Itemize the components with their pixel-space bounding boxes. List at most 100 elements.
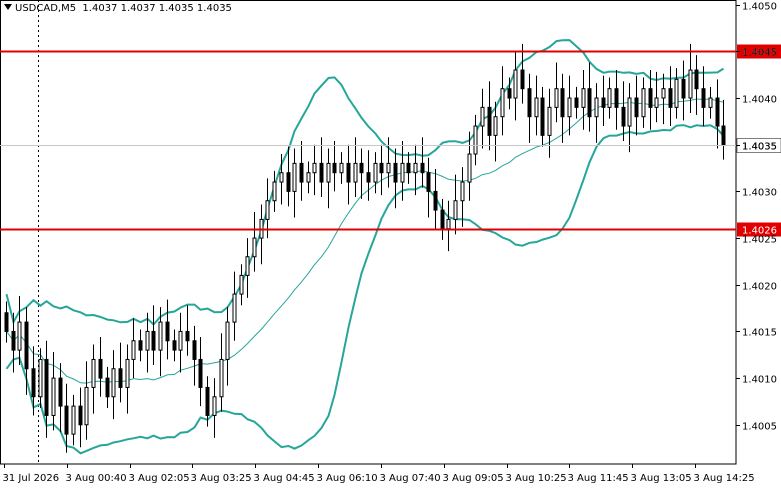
candle-body bbox=[172, 340, 177, 351]
candle-body bbox=[634, 97, 639, 118]
candle-body bbox=[681, 78, 686, 99]
candle-body bbox=[326, 162, 331, 183]
candle-body bbox=[373, 162, 378, 183]
candle-body bbox=[513, 69, 518, 99]
candle-body bbox=[145, 330, 150, 351]
candle-body bbox=[339, 162, 344, 174]
band-middle-line bbox=[6, 98, 724, 384]
time-tick-label: 31 Jul 2026 bbox=[3, 473, 60, 484]
candle-body bbox=[272, 181, 277, 202]
candle-body bbox=[232, 293, 237, 323]
time-tick-label: 3 Aug 09:05 bbox=[443, 473, 504, 484]
candle-body bbox=[178, 330, 183, 351]
candle-body bbox=[715, 97, 720, 127]
time-tick-label: 3 Aug 07:40 bbox=[380, 473, 441, 484]
price-tick-label: 1.4040 bbox=[742, 95, 777, 106]
price-axis: 1.4050 1.4045 1.4040 1.4035 1.4030 1.4025 1.40… bbox=[736, 2, 777, 433]
candle-body bbox=[607, 88, 612, 108]
candle-body bbox=[346, 162, 351, 183]
time-tick-label: 3 Aug 13:05 bbox=[631, 473, 692, 484]
time-axis: 31 Jul 2026 3 Aug 00:40 3 Aug 02:05 3 Aug 0… bbox=[3, 464, 755, 484]
candle-body bbox=[721, 125, 726, 146]
candles bbox=[4, 43, 726, 453]
ohlc-readout: 1.4037 1.4037 1.4035 1.4035 bbox=[82, 3, 232, 14]
candle-body bbox=[24, 321, 29, 370]
candle-body bbox=[312, 162, 317, 174]
candle-body bbox=[11, 330, 16, 351]
candle-body bbox=[648, 88, 653, 108]
candle-body bbox=[701, 88, 706, 108]
candle-body bbox=[332, 162, 337, 174]
candle-body bbox=[574, 97, 579, 108]
candle-body bbox=[473, 125, 478, 155]
candle-body bbox=[587, 88, 592, 118]
candle-body bbox=[614, 88, 619, 108]
candle-body bbox=[554, 88, 559, 108]
plot-frame bbox=[0, 0, 737, 465]
candle-body bbox=[440, 209, 445, 230]
time-tick-label: 3 Aug 06:10 bbox=[317, 473, 378, 484]
band-lower-line bbox=[5, 124, 725, 455]
candle-body bbox=[205, 386, 210, 416]
candle-body bbox=[265, 200, 270, 220]
candle-body bbox=[38, 358, 43, 398]
candle-body bbox=[393, 162, 398, 183]
dropdown-triangle-icon[interactable] bbox=[4, 4, 12, 10]
price-tick-label: 1.4045 bbox=[742, 48, 777, 59]
price-tick-label: 1.4025 bbox=[742, 235, 777, 246]
candle-body bbox=[252, 237, 257, 258]
candle-body bbox=[674, 78, 679, 108]
candle-body bbox=[98, 358, 103, 379]
candle-body bbox=[198, 358, 203, 388]
candle-body bbox=[540, 97, 545, 136]
candle-body bbox=[527, 88, 532, 118]
band-upper-line bbox=[5, 39, 725, 326]
price-tick-label: 1.4050 bbox=[742, 2, 777, 13]
candle-body bbox=[51, 377, 56, 416]
candle-body bbox=[694, 69, 699, 90]
candle-body bbox=[507, 88, 512, 99]
candle-body bbox=[286, 172, 291, 192]
candle-body bbox=[125, 358, 130, 388]
candle-body bbox=[560, 88, 565, 118]
price-tick-label: 1.4015 bbox=[742, 328, 777, 339]
candle-body bbox=[306, 172, 311, 183]
candle-body bbox=[500, 88, 505, 118]
chart[interactable]: 1.4035 1.4045 1.4026 1.4050 1.4045 1.4040 1.4… bbox=[0, 0, 781, 489]
candle-body bbox=[661, 88, 666, 99]
candle-body bbox=[165, 321, 170, 342]
horizontal-levels[interactable]: 1.40351.40451.4026 bbox=[0, 44, 781, 237]
candle-body bbox=[353, 162, 358, 183]
candle-body bbox=[158, 321, 163, 351]
candle-body bbox=[185, 330, 190, 342]
candle-body bbox=[627, 97, 632, 127]
candle-body bbox=[420, 162, 425, 174]
candle-body bbox=[654, 97, 659, 108]
chart-header: USDCAD,M5 1.4037 1.4037 1.4035 1.4035 bbox=[4, 3, 232, 14]
candle-body bbox=[413, 162, 418, 174]
candle-body bbox=[641, 88, 646, 118]
candle-body bbox=[621, 106, 626, 127]
candle-body bbox=[688, 69, 693, 99]
price-tick-label: 1.4030 bbox=[742, 188, 777, 199]
time-tick-label: 3 Aug 00:40 bbox=[66, 473, 127, 484]
candle-body bbox=[239, 274, 244, 295]
candle-body bbox=[594, 97, 599, 118]
candle-body bbox=[453, 200, 458, 220]
candle-body bbox=[520, 69, 525, 90]
candle-body bbox=[433, 190, 438, 211]
price-tick-label: 1.4005 bbox=[742, 422, 777, 433]
candle-body bbox=[547, 106, 552, 136]
candle-body bbox=[131, 340, 136, 360]
candle-body bbox=[299, 162, 304, 183]
candle-body bbox=[581, 88, 586, 108]
candle-body bbox=[487, 106, 492, 136]
candle-body bbox=[151, 330, 156, 351]
candle-body bbox=[44, 358, 49, 416]
candle-body bbox=[17, 321, 22, 351]
candle-body bbox=[225, 321, 230, 360]
price-tick-label: 1.4020 bbox=[742, 282, 777, 293]
candle-body bbox=[31, 368, 36, 398]
candle-body bbox=[359, 162, 364, 174]
candle-body bbox=[406, 162, 411, 174]
